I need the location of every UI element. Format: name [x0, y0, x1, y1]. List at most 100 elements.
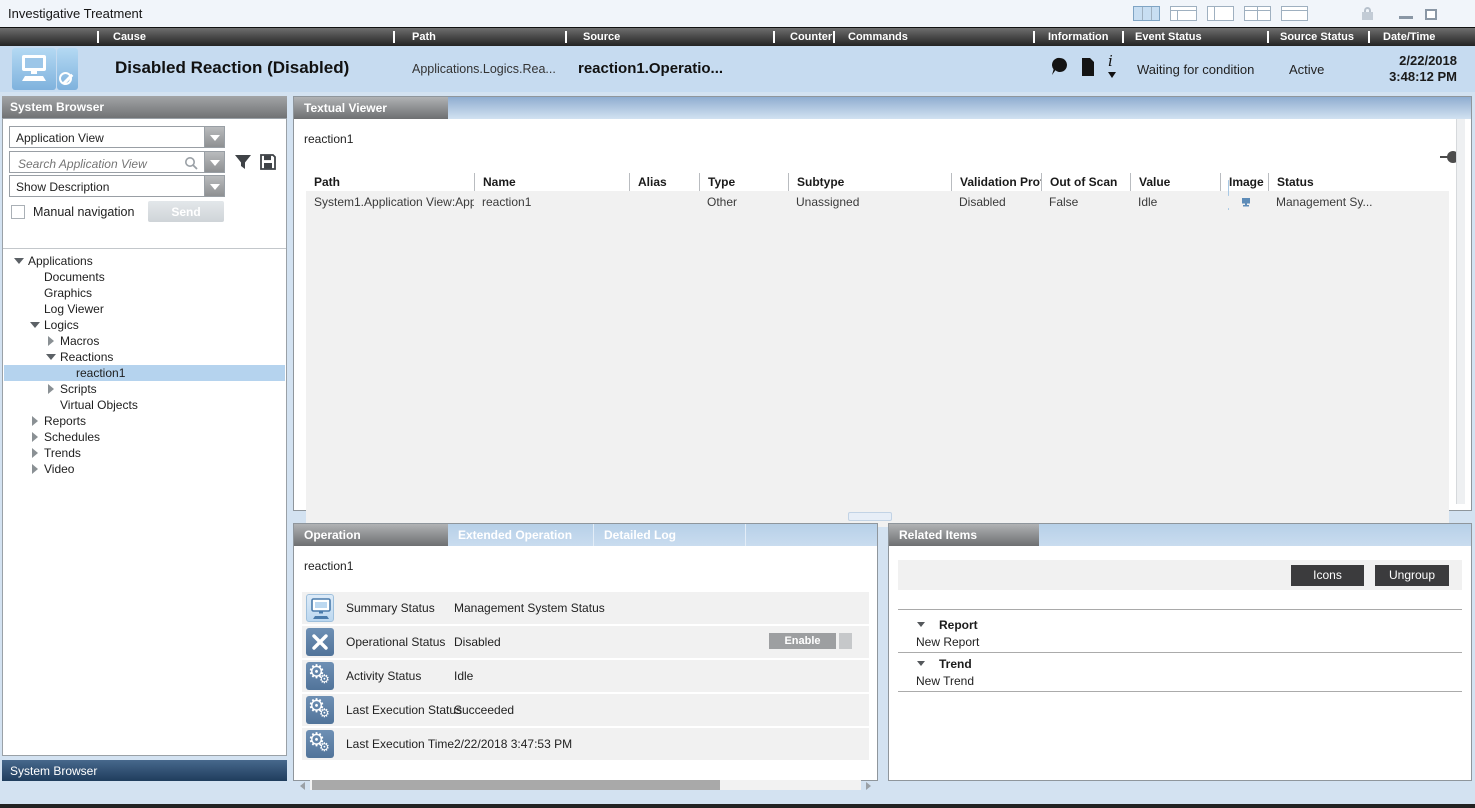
tree-item-label: Logics [44, 318, 79, 332]
cell-name: reaction1 [474, 193, 629, 209]
send-button[interactable]: Send [148, 201, 224, 222]
scroll-right-icon[interactable] [866, 782, 871, 790]
description-select[interactable]: Show Description [9, 175, 225, 197]
tree-item-applications[interactable]: Applications [4, 253, 285, 269]
operation-row-last-execution-time: ⚙⚙Last Execution Time2/22/2018 3:47:53 P… [302, 728, 869, 760]
tree-item-label: Reactions [60, 350, 113, 364]
tab-extended-operation[interactable]: Extended Operation [448, 524, 594, 546]
chevron-down-icon[interactable] [204, 127, 224, 147]
header-separator [97, 31, 99, 43]
tree-item-reactions[interactable]: Reactions [4, 349, 285, 365]
tree-item-virtual-objects[interactable]: Virtual Objects [4, 397, 285, 413]
tree-collapse-icon[interactable] [14, 256, 28, 266]
table-header-path[interactable]: Path [306, 173, 474, 191]
header-col-event-status: Event Status [1135, 31, 1202, 43]
description-select-value: Show Description [16, 180, 109, 194]
tree-expand-icon[interactable] [30, 448, 44, 458]
manual-navigation-checkbox[interactable] [11, 205, 25, 219]
splitter-handle[interactable] [848, 512, 892, 521]
search-combo[interactable] [9, 151, 225, 173]
cell-out-of-scan: False [1041, 193, 1130, 209]
tree-item-scripts[interactable]: Scripts [4, 381, 285, 397]
layout-plain-icon[interactable] [1281, 6, 1308, 21]
table-header-alias[interactable]: Alias [629, 173, 699, 191]
tree-expand-icon[interactable] [30, 464, 44, 474]
header-separator [1267, 31, 1269, 43]
search-input[interactable] [16, 156, 176, 172]
chevron-down-icon[interactable] [204, 176, 224, 196]
icons-button[interactable]: Icons [1291, 565, 1364, 586]
tree-expand-icon[interactable] [30, 432, 44, 442]
tab-operation[interactable]: Operation [294, 524, 448, 546]
table-header-status[interactable]: Status [1268, 173, 1449, 191]
window-bottom-border [0, 804, 1475, 808]
table-header-name[interactable]: Name [474, 173, 629, 191]
related-group-report[interactable]: Report [898, 617, 1462, 634]
table-header-validation-profile[interactable]: Validation Profile [951, 173, 1041, 191]
tree-item-log-viewer[interactable]: Log Viewer [4, 301, 285, 317]
document-icon[interactable] [1080, 56, 1096, 78]
tree-expand-icon[interactable] [46, 336, 60, 346]
layout-columns-icon[interactable] [1133, 6, 1160, 21]
table-header-subtype[interactable]: Subtype [788, 173, 951, 191]
tab-related-items[interactable]: Related Items [889, 524, 1039, 546]
table-row[interactable]: System1.Application View:Applicatio...re… [306, 191, 1449, 210]
horizontal-scrollbar[interactable] [300, 779, 871, 792]
related-item-new-report[interactable]: New Report [898, 634, 1462, 650]
related-item-new-trend[interactable]: New Trend [898, 673, 1462, 689]
minimize-icon[interactable] [1399, 16, 1413, 19]
tree-item-reaction1[interactable]: reaction1 [4, 365, 285, 381]
layout-left-icon[interactable] [1207, 6, 1234, 21]
tree-collapse-icon[interactable] [30, 320, 44, 330]
textual-viewer-content: reaction1 PathNameAliasTypeSubtypeValida… [294, 119, 1471, 510]
event-datetime: 2/22/2018 3:48:12 PM [1389, 53, 1457, 85]
ungroup-button[interactable]: Ungroup [1375, 565, 1449, 586]
scrollbar-track[interactable] [310, 780, 861, 790]
vertical-scrollbar[interactable] [1456, 119, 1465, 504]
group-collapse-icon[interactable] [917, 622, 925, 627]
layout-grid-icon[interactable] [1244, 6, 1271, 21]
related-group-label: Trend [939, 657, 972, 671]
tree-item-logics[interactable]: Logics [4, 317, 285, 333]
tree-collapse-icon[interactable] [46, 352, 60, 362]
event-row[interactable]: Disabled Reaction (Disabled) Application… [0, 46, 1475, 92]
tree-item-trends[interactable]: Trends [4, 445, 285, 461]
view-select[interactable]: Application View [9, 126, 225, 148]
tree-item-video[interactable]: Video [4, 461, 285, 477]
scrollbar-thumb[interactable] [312, 780, 720, 790]
related-items-content: Icons Ungroup ReportNew Report Trend New T… [889, 546, 1471, 780]
divider [898, 691, 1462, 692]
tree-item-reports[interactable]: Reports [4, 413, 285, 429]
chevron-down-icon[interactable] [204, 152, 224, 172]
tree-item-label: Applications [28, 254, 93, 268]
enable-button[interactable]: Enable [769, 633, 836, 649]
layout-top-left-icon[interactable] [1170, 6, 1197, 21]
enable-button-side[interactable] [839, 633, 852, 649]
tree-expand-icon[interactable] [46, 384, 60, 394]
table-header-value[interactable]: Value [1130, 173, 1220, 191]
tree-expand-icon[interactable] [30, 416, 44, 426]
operation-row-value: Succeeded [454, 703, 514, 717]
group-collapse-icon[interactable] [917, 661, 925, 666]
header-col-source-status: Source Status [1280, 31, 1354, 43]
scroll-left-icon[interactable] [300, 782, 305, 790]
tab-textual-viewer[interactable]: Textual Viewer [294, 97, 448, 119]
maximize-icon[interactable] [1425, 9, 1437, 20]
tree-item-macros[interactable]: Macros [4, 333, 285, 349]
table-header-out-of-scan[interactable]: Out of Scan [1041, 173, 1130, 191]
cell-subtype: Unassigned [788, 193, 951, 209]
floppy-icon[interactable] [259, 153, 277, 171]
system-browser-footer-tab[interactable]: System Browser [2, 760, 287, 781]
tree-item-schedules[interactable]: Schedules [4, 429, 285, 445]
related-group-trend[interactable]: Trend [898, 656, 1462, 673]
tree-item-graphics[interactable]: Graphics [4, 285, 285, 301]
tab-detailed-log[interactable]: Detailed Log [594, 524, 746, 546]
source-status: Active [1289, 62, 1324, 77]
info-dropdown-icon[interactable]: i [1108, 56, 1120, 82]
tree-indent-spacer [46, 400, 60, 410]
annotation-icon[interactable] [1050, 56, 1068, 78]
table-header-type[interactable]: Type [699, 173, 788, 191]
tree-item-label: Schedules [44, 430, 100, 444]
funnel-icon[interactable] [234, 153, 252, 171]
tree-item-documents[interactable]: Documents [4, 269, 285, 285]
